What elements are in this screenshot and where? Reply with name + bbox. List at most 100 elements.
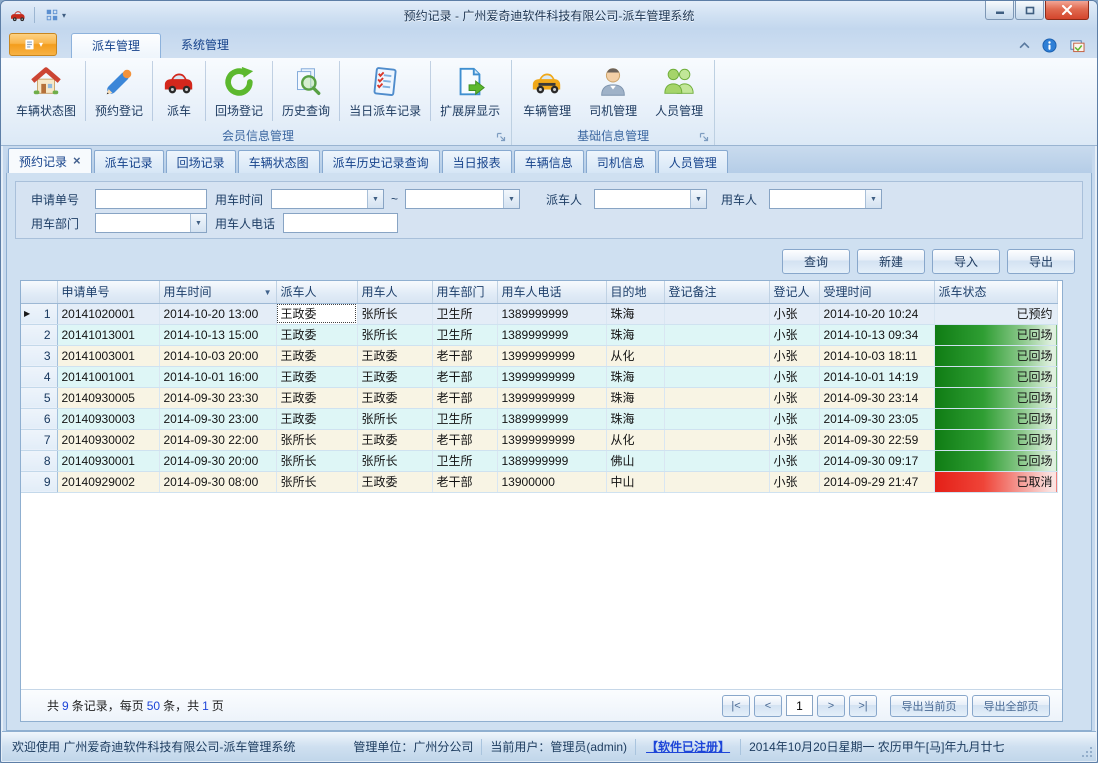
column-header[interactable]: 派车人 bbox=[276, 281, 357, 303]
cell[interactable]: 2014-09-30 22:59 bbox=[819, 429, 934, 450]
column-header[interactable]: 申请单号 bbox=[57, 281, 159, 303]
table-row[interactable]: 6201409300032014-09-30 23:00王政委张所长卫生所138… bbox=[21, 408, 1057, 429]
column-header[interactable]: 用车时间▼ bbox=[159, 281, 276, 303]
status-cell[interactable]: 已回场 bbox=[934, 366, 1057, 387]
cell[interactable]: 2014-09-30 08:00 bbox=[159, 471, 276, 492]
cell[interactable]: 卫生所 bbox=[432, 324, 497, 345]
ribbon-button-screen-export[interactable]: 扩展屏显示 bbox=[431, 61, 509, 121]
doc-tab-3[interactable]: 车辆状态图 bbox=[238, 150, 320, 173]
ribbon-button-pencil[interactable]: 预约登记 bbox=[86, 61, 153, 121]
cell[interactable]: 20141013001 bbox=[57, 324, 159, 345]
cell[interactable]: 王政委 bbox=[276, 345, 357, 366]
cell[interactable]: 2014-10-13 15:00 bbox=[159, 324, 276, 345]
cell[interactable]: 从化 bbox=[606, 429, 664, 450]
cell[interactable]: 20140930001 bbox=[57, 450, 159, 471]
column-header[interactable]: 目的地 bbox=[606, 281, 664, 303]
cell[interactable]: 13900000 bbox=[497, 471, 606, 492]
dialog-launcher-icon[interactable] bbox=[699, 132, 709, 142]
software-registered-link[interactable]: 【软件已注册】 bbox=[646, 738, 730, 755]
table-row[interactable]: 5201409300052014-09-30 23:30王政委王政委老干部139… bbox=[21, 387, 1057, 408]
status-cell[interactable]: 已回场 bbox=[934, 450, 1057, 471]
cell[interactable]: 小张 bbox=[769, 471, 819, 492]
ribbon-button-people[interactable]: 人员管理 bbox=[646, 61, 712, 121]
app-no-input[interactable] bbox=[95, 189, 207, 209]
cell[interactable]: 20140930005 bbox=[57, 387, 159, 408]
cell[interactable]: 小张 bbox=[769, 366, 819, 387]
doc-tab-6[interactable]: 车辆信息 bbox=[514, 150, 584, 173]
cell[interactable]: 2014-09-30 20:00 bbox=[159, 450, 276, 471]
export-current-page-button[interactable]: 导出当前页 bbox=[890, 695, 968, 717]
cell[interactable]: 王政委 bbox=[357, 429, 432, 450]
column-header[interactable]: 受理时间 bbox=[819, 281, 934, 303]
dispatcher-input[interactable] bbox=[595, 190, 690, 208]
cell[interactable]: 20140929002 bbox=[57, 471, 159, 492]
maximize-button[interactable] bbox=[1015, 1, 1044, 20]
status-cell[interactable]: 已回场 bbox=[934, 324, 1057, 345]
cell[interactable] bbox=[664, 450, 769, 471]
cell[interactable]: 张所长 bbox=[357, 324, 432, 345]
cell[interactable]: 中山 bbox=[606, 471, 664, 492]
status-cell[interactable]: 已取消 bbox=[934, 471, 1057, 492]
time-from-combo[interactable]: ▼ bbox=[271, 189, 384, 209]
cell[interactable]: 小张 bbox=[769, 450, 819, 471]
cell[interactable]: 13999999999 bbox=[497, 387, 606, 408]
table-row[interactable]: 2201410130012014-10-13 15:00王政委张所长卫生所138… bbox=[21, 324, 1057, 345]
time-to-input[interactable] bbox=[406, 190, 503, 208]
cell[interactable]: 王政委 bbox=[276, 387, 357, 408]
cell[interactable]: 小张 bbox=[769, 303, 819, 324]
cell[interactable]: 老干部 bbox=[432, 429, 497, 450]
query-button[interactable]: 查询 bbox=[782, 249, 850, 274]
ribbon-button-refresh[interactable]: 回场登记 bbox=[206, 61, 273, 121]
row-indicator-header[interactable] bbox=[21, 281, 57, 303]
next-page-button[interactable]: > bbox=[817, 695, 845, 717]
cell[interactable]: 2014-10-13 09:34 bbox=[819, 324, 934, 345]
export-all-pages-button[interactable]: 导出全部页 bbox=[972, 695, 1050, 717]
cell[interactable]: 2014-09-29 21:47 bbox=[819, 471, 934, 492]
dropdown-arrow-icon[interactable]: ▼ bbox=[503, 190, 519, 208]
export-button[interactable]: 导出 bbox=[1007, 249, 1075, 274]
ribbon-button-driver[interactable]: 司机管理 bbox=[580, 61, 646, 121]
doc-tab-4[interactable]: 派车历史记录查询 bbox=[322, 150, 440, 173]
cell[interactable]: 珠海 bbox=[606, 324, 664, 345]
application-menu-button[interactable]: ▾ bbox=[9, 33, 57, 56]
dropdown-arrow-icon[interactable]: ▼ bbox=[367, 190, 383, 208]
cell[interactable]: 2014-10-03 18:11 bbox=[819, 345, 934, 366]
doc-tab-7[interactable]: 司机信息 bbox=[586, 150, 656, 173]
cell[interactable]: 2014-10-20 13:00 bbox=[159, 303, 276, 324]
cell[interactable]: 张所长 bbox=[276, 450, 357, 471]
resize-grip[interactable] bbox=[1080, 745, 1093, 758]
cell[interactable]: 王政委 bbox=[357, 345, 432, 366]
cell[interactable]: 20140930002 bbox=[57, 429, 159, 450]
new-button[interactable]: 新建 bbox=[857, 249, 925, 274]
ribbon-button-car-red[interactable]: 派车 bbox=[153, 61, 206, 121]
quick-access-toolbar-button[interactable]: ▾ bbox=[42, 7, 69, 23]
page-number-input[interactable] bbox=[786, 695, 813, 716]
cell[interactable] bbox=[664, 471, 769, 492]
cell[interactable]: 13999999999 bbox=[497, 345, 606, 366]
table-row[interactable]: 3201410030012014-10-03 20:00王政委王政委老干部139… bbox=[21, 345, 1057, 366]
time-from-input[interactable] bbox=[272, 190, 367, 208]
column-header[interactable]: 用车人 bbox=[357, 281, 432, 303]
table-row[interactable]: ▶1201410200012014-10-20 13:00王政委张所长卫生所13… bbox=[21, 303, 1057, 324]
last-page-button[interactable]: >| bbox=[849, 695, 877, 717]
ribbon-button-house[interactable]: 车辆状态图 bbox=[7, 61, 86, 121]
car-user-combo[interactable]: ▼ bbox=[769, 189, 882, 209]
column-header[interactable]: 登记人 bbox=[769, 281, 819, 303]
cell[interactable]: 1389999999 bbox=[497, 324, 606, 345]
doc-tab-2[interactable]: 回场记录 bbox=[166, 150, 236, 173]
cell[interactable]: 珠海 bbox=[606, 303, 664, 324]
collapse-ribbon-icon[interactable] bbox=[1019, 42, 1030, 49]
cell[interactable]: 王政委 bbox=[276, 324, 357, 345]
ribbon-button-car-yellow[interactable]: 车辆管理 bbox=[514, 61, 580, 121]
dispatcher-combo[interactable]: ▼ bbox=[594, 189, 707, 209]
cell[interactable]: 2014-09-30 22:00 bbox=[159, 429, 276, 450]
cell[interactable]: 小张 bbox=[769, 408, 819, 429]
dialog-launcher-icon[interactable] bbox=[496, 132, 506, 142]
cell[interactable]: 小张 bbox=[769, 345, 819, 366]
cell[interactable]: 2014-09-30 23:30 bbox=[159, 387, 276, 408]
dropdown-arrow-icon[interactable]: ▼ bbox=[190, 214, 206, 232]
dropdown-arrow-icon[interactable]: ▼ bbox=[865, 190, 881, 208]
doc-tab-1[interactable]: 派车记录 bbox=[94, 150, 164, 173]
table-row[interactable]: 7201409300022014-09-30 22:00张所长王政委老干部139… bbox=[21, 429, 1057, 450]
status-cell[interactable]: 已回场 bbox=[934, 387, 1057, 408]
